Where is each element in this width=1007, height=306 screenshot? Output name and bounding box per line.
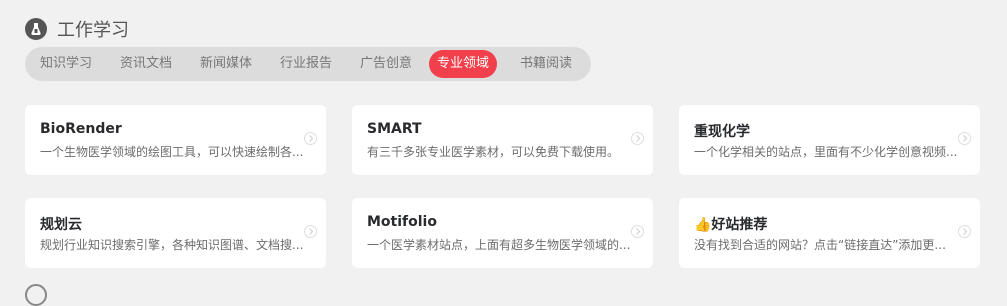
- tab-docs[interactable]: 资讯文档: [120, 50, 172, 78]
- site-card-smart[interactable]: SMART 有三千多张专业医学素材，可以免费下载使用。: [352, 105, 653, 175]
- site-card-biorender[interactable]: BioRender 一个生物医学领域的绘图工具，可以快速绘制各...: [25, 105, 326, 175]
- tab-knowledge[interactable]: 知识学习: [40, 50, 92, 78]
- card-description: 一个化学相关的站点，里面有不少化学创意视频...: [694, 145, 958, 159]
- card-title: SMART: [367, 121, 422, 137]
- card-description: 有三千多张专业医学素材，可以免费下载使用。: [367, 145, 620, 159]
- card-description: 一个医学素材站点，上面有超多生物医学领域的...: [367, 238, 631, 252]
- tab-professional[interactable]: 专业领域: [429, 50, 498, 78]
- card-description: 一个生物医学领域的绘图工具，可以快速绘制各...: [40, 145, 304, 159]
- card-title: 规划云: [40, 217, 82, 233]
- tab-books[interactable]: 书籍阅读: [520, 50, 572, 78]
- site-card-guihuayun[interactable]: 规划云 规划行业知识搜索引擎，各种知识图谱、文档搜...: [25, 198, 326, 268]
- site-card-recommend[interactable]: 👍好站推荐 没有找到合适的网站？点击“链接直达”添加更...: [679, 198, 980, 268]
- site-card-motifolio[interactable]: Motifolio 一个医学素材站点，上面有超多生物医学领域的...: [352, 198, 653, 268]
- card-title: Motifolio: [367, 214, 437, 230]
- section-title: 工作学习: [57, 20, 129, 41]
- category-tabs: 知识学习 资讯文档 新闻媒体 行业报告 广告创意 专业领域 书籍阅读: [25, 47, 591, 81]
- next-section-icon: [25, 284, 47, 306]
- site-card-chemistry[interactable]: 重现化学 一个化学相关的站点，里面有不少化学创意视频...: [679, 105, 980, 175]
- section-header: 工作学习: [25, 16, 129, 42]
- chevron-right-icon[interactable]: [631, 132, 644, 145]
- chevron-right-icon[interactable]: [304, 132, 317, 145]
- card-description: 规划行业知识搜索引擎，各种知识图谱、文档搜...: [40, 238, 304, 252]
- chevron-right-icon[interactable]: [304, 225, 317, 238]
- tab-industry-reports[interactable]: 行业报告: [280, 50, 332, 78]
- card-title: BioRender: [40, 121, 122, 137]
- card-description: 没有找到合适的网站？点击“链接直达”添加更...: [694, 238, 946, 252]
- chevron-right-icon[interactable]: [958, 132, 971, 145]
- tab-news-media[interactable]: 新闻媒体: [200, 50, 252, 78]
- flask-icon: [25, 18, 47, 40]
- chevron-right-icon[interactable]: [631, 225, 644, 238]
- card-title: 重现化学: [694, 124, 750, 140]
- chevron-right-icon[interactable]: [958, 225, 971, 238]
- tab-ad-creative[interactable]: 广告创意: [360, 50, 412, 78]
- card-title: 👍好站推荐: [694, 217, 768, 233]
